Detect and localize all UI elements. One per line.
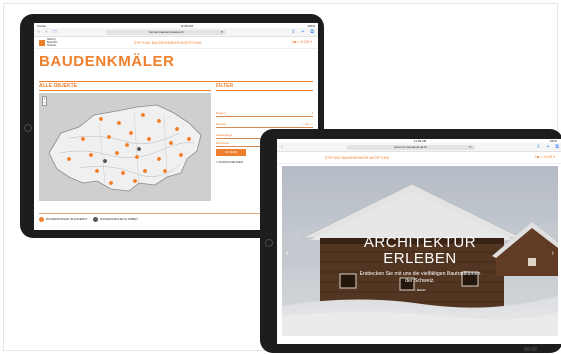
filter-epoch-label: Epoche <box>216 122 227 126</box>
url-text: ferien-im-baudenkmal.ch <box>394 144 428 149</box>
filter-region-label: Region <box>216 111 226 115</box>
logo-text: Stiftung Baukultur Schweiz <box>47 38 58 47</box>
logo-mark <box>39 39 45 46</box>
hero-subtitle-line2: der Schweiz. <box>405 278 435 284</box>
stand-foot <box>524 347 530 351</box>
back-icon[interactable]: ‹ <box>38 29 40 35</box>
back-icon[interactable]: ‹ <box>281 144 283 150</box>
main-nav[interactable]: STIFTUNG BAUDENKMÄLER ANSTIFTUNG <box>134 41 202 45</box>
site-header: STIFTUNG BAUDENKMÄLER ANSTIFTUNG f ◙ ▷ ✉… <box>277 152 561 164</box>
filter-divider <box>216 90 313 91</box>
filter-epoch-value: — bis — <box>301 122 313 126</box>
social-links[interactable]: f ◙ ▷ ✉ DE ▾ <box>292 40 312 44</box>
home-button <box>265 239 273 247</box>
tabs-icon[interactable]: ⧉ <box>555 145 559 150</box>
objects-heading: ALLE OBJEKTE <box>39 83 78 89</box>
main-nav[interactable]: STIFTUNG BAUDENKMÄLER ANSTIFTUNG <box>325 156 389 160</box>
filter-construction-label: Bauweise <box>216 141 230 145</box>
title-divider <box>39 81 313 82</box>
hero-title-line1: ARCHITEKTUR <box>363 234 477 251</box>
switzerland-map[interactable]: + − <box>39 93 211 201</box>
address-bar[interactable]: fenster-baudenkmaeler.ch ↻ <box>106 29 227 35</box>
hero-banner: ‹ › ARCHITEKTUR ERLEBEN Entdecken Sie mi… <box>282 166 558 336</box>
tabs-icon[interactable]: ⧉ <box>310 29 314 35</box>
filter-heading: FILTER <box>216 83 234 89</box>
battery-label: 100% <box>307 23 315 28</box>
carrier-label: Carrier <box>37 23 47 28</box>
more-link[interactable]: ↓ MEHR <box>282 288 558 292</box>
clock: 11:08 AM <box>180 23 193 28</box>
stand-foot <box>531 347 537 351</box>
tablet-stand <box>524 347 538 353</box>
objects-divider <box>39 90 211 91</box>
page-title: BAUDENKMÄLER <box>39 53 175 70</box>
filter-button[interactable]: FILTERN <box>216 149 246 156</box>
tablet-hero-page: 11:09 AM 100% ‹ ferien-im-baudenkmal.ch … <box>260 129 561 353</box>
legend-item-offer-label: BAUDENKMÄLER IM ANGEBOT <box>46 216 88 221</box>
legend-item-offer: BAUDENKMÄLER IM ANGEBOT <box>39 216 88 222</box>
new-tab-icon[interactable]: + <box>302 29 305 35</box>
hero-title-line2: ERLEBEN <box>383 250 457 267</box>
filter-region-value: ▾ <box>311 111 313 115</box>
site-header: Stiftung Baukultur Schweiz STIFTUNG BAUD… <box>34 37 318 49</box>
hero-subtitle-line1: Entdecken Sie mit uns die vielfältigen B… <box>359 271 481 277</box>
reload-icon[interactable]: ↻ <box>221 30 224 35</box>
site-logo[interactable]: Stiftung Baukultur Schweiz <box>39 38 63 47</box>
grey-dot-icon <box>93 216 99 222</box>
filter-building-type-label: Gebäudetyp <box>216 133 233 137</box>
legend-item-work: BAUDENKMÄLER IN ARBEIT <box>93 216 138 222</box>
filter-region[interactable]: Region ▾ <box>216 109 313 117</box>
map-markers[interactable] <box>39 93 211 201</box>
home-button <box>24 124 32 132</box>
url-text: fenster-baudenkmaeler.ch <box>149 29 184 34</box>
browser-toolbar: ‹ › □ fenster-baudenkmaeler.ch ↻ ⇪ + ⧉ <box>34 28 318 37</box>
share-icon[interactable]: ⇪ <box>536 145 540 150</box>
address-bar[interactable]: ferien-im-baudenkmal.ch ↻ <box>346 144 475 150</box>
legend-item-work-label: BAUDENKMÄLER IN ARBEIT <box>100 216 138 221</box>
reload-icon[interactable]: ↻ <box>469 145 472 150</box>
share-icon[interactable]: ⇪ <box>291 29 295 35</box>
filter-epoch[interactable]: Epoche — bis — <box>216 120 313 128</box>
social-links[interactable]: f ◙ ▷ ✉ DE ▾ <box>535 155 555 159</box>
new-tab-icon[interactable]: + <box>547 145 550 150</box>
book-icon[interactable]: □ <box>53 29 56 35</box>
browser-toolbar: ‹ ferien-im-baudenkmal.ch ↻ ⇪ + ⧉ <box>277 143 561 152</box>
reset-link[interactable]: × ZURÜCKSETZEN <box>216 160 243 164</box>
forward-icon[interactable]: › <box>46 29 48 35</box>
orange-dot-icon <box>39 216 44 222</box>
tablet-screen: 11:09 AM 100% ‹ ferien-im-baudenkmal.ch … <box>277 139 561 344</box>
zoom-control[interactable]: + − <box>42 96 47 106</box>
